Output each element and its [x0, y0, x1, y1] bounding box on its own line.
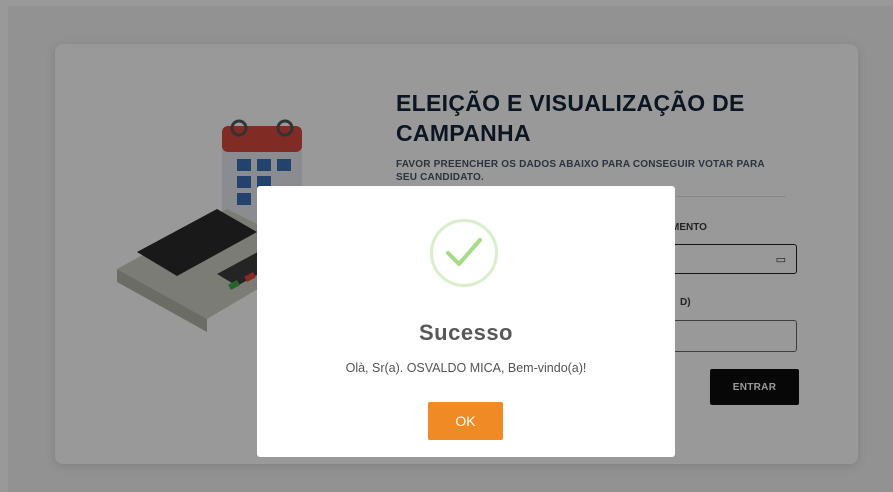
ok-button[interactable]: OK [428, 402, 503, 440]
success-icon-circle [430, 219, 498, 287]
success-modal: Sucesso Olà, Sr(a). OSVALDO MICA, Bem-vi… [257, 186, 675, 457]
modal-title: Sucesso [419, 320, 513, 345]
check-icon [446, 238, 482, 266]
modal-message: Olà, Sr(a). OSVALDO MICA, Bem-vindo(a)! [345, 361, 587, 375]
